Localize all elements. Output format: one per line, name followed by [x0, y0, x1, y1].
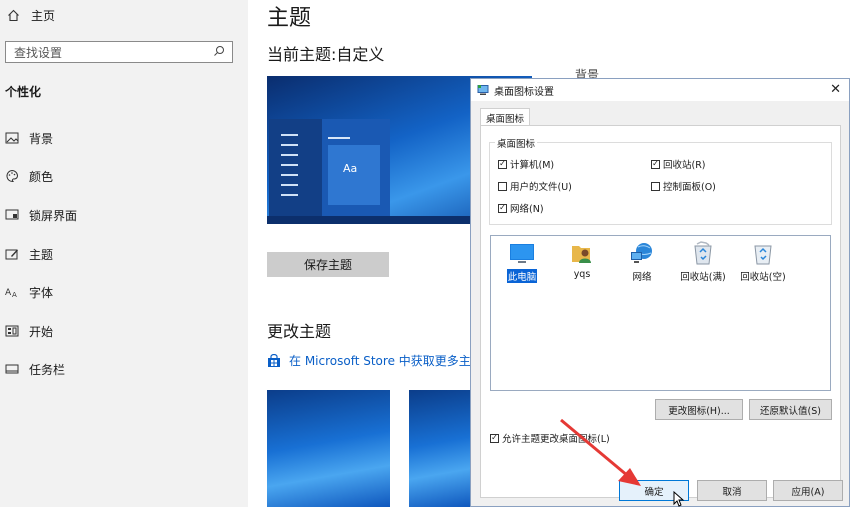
preview-menu-lines — [281, 134, 298, 204]
list-item-recycle-bin-empty[interactable]: 回收站(空) — [732, 239, 794, 283]
list-item-label: yqs — [573, 269, 591, 280]
settings-sidebar: 主页 查找设置 个性化 背景 颜色 锁屏界面 主题 AA 字体 开始 任务栏 — [0, 0, 248, 507]
checkbox-recycle-bin[interactable]: ✓ 回收站(R) — [651, 157, 706, 171]
list-item-user-folder[interactable]: yqs — [551, 239, 613, 280]
sidebar-item-label: 字体 — [29, 285, 54, 300]
user-folder-icon — [551, 239, 613, 265]
checkbox-label: 用户的文件(U) — [510, 182, 572, 193]
search-input[interactable]: 查找设置 — [5, 41, 233, 63]
list-item-recycle-bin-full[interactable]: 回收站(满) — [672, 239, 734, 283]
theme-icon — [5, 247, 19, 261]
home-label: 主页 — [31, 8, 56, 23]
sidebar-item-background[interactable]: 背景 — [5, 128, 53, 148]
personalization-heading: 个性化 — [5, 85, 42, 99]
image-icon — [5, 131, 19, 145]
sidebar-item-label: 任务栏 — [29, 362, 66, 377]
checkbox-checked-icon: ✓ — [498, 203, 507, 213]
change-icon-button[interactable]: 更改图标(H)... — [655, 399, 743, 420]
tab-desktop-icons[interactable]: 桌面图标 — [480, 108, 531, 126]
sidebar-item-fonts[interactable]: AA 字体 — [5, 282, 53, 302]
checkbox-unchecked-icon — [498, 181, 507, 191]
checkbox-computer[interactable]: ✓ 计算机(M) — [498, 157, 554, 171]
taskbar-icon — [5, 362, 19, 376]
lock-screen-icon — [5, 208, 19, 222]
list-item-label: 回收站(满) — [680, 272, 726, 283]
start-icon — [5, 324, 19, 338]
sidebar-item-taskbar[interactable]: 任务栏 — [5, 359, 65, 379]
checkbox-label: 回收站(R) — [663, 160, 706, 171]
sidebar-item-label: 背景 — [29, 131, 54, 146]
dialog-title: 桌面图标设置 — [494, 86, 554, 98]
checkbox-label: 网络(N) — [510, 204, 544, 215]
sidebar-item-label: 主题 — [29, 247, 54, 262]
checkbox-checked-icon: ✓ — [651, 159, 660, 169]
font-icon: AA — [5, 285, 19, 299]
svg-text:A: A — [12, 291, 17, 298]
desktop-settings-icon — [477, 84, 489, 96]
home-icon — [5, 7, 21, 23]
sidebar-item-label: 锁屏界面 — [29, 208, 78, 223]
list-item-this-pc[interactable]: 此电脑 — [491, 239, 553, 283]
list-item-label: 网络 — [632, 272, 652, 283]
store-icon — [267, 353, 281, 368]
list-item-network[interactable]: 网络 — [611, 239, 673, 283]
theme-thumbnail[interactable] — [267, 390, 390, 507]
checkbox-checked-icon: ✓ — [490, 433, 499, 443]
sidebar-item-label: 颜色 — [29, 169, 54, 184]
dialog-titlebar[interactable]: 桌面图标设置 ✕ — [471, 79, 849, 101]
home-nav-item[interactable]: 主页 — [5, 6, 55, 24]
desktop-icon-settings-dialog: 桌面图标设置 ✕ 桌面图标 桌面图标 ✓ 计算机(M) ✓ 回收站(R) 用户的… — [470, 78, 850, 507]
sidebar-item-label: 开始 — [29, 324, 54, 339]
sidebar-item-colors[interactable]: 颜色 — [5, 166, 53, 186]
apply-button[interactable]: 应用(A) — [773, 480, 843, 501]
recycle-bin-full-icon — [672, 239, 734, 265]
groupbox-label: 桌面图标 — [495, 136, 538, 150]
preview-sample-tile: Aa — [328, 145, 380, 205]
microsoft-store-link[interactable]: 在 Microsoft Store 中获取更多主题 — [267, 352, 483, 369]
checkbox-unchecked-icon — [651, 181, 660, 191]
checkbox-control-panel[interactable]: 控制面板(O) — [651, 179, 716, 193]
svg-text:A: A — [5, 288, 12, 298]
checkbox-network[interactable]: ✓ 网络(N) — [498, 201, 544, 215]
checkbox-label: 允许主题更改桌面图标(L) — [502, 434, 610, 445]
checkbox-user-files[interactable]: 用户的文件(U) — [498, 179, 572, 193]
theme-thumbnail[interactable] — [409, 390, 471, 507]
cancel-button[interactable]: 取消 — [697, 480, 767, 501]
desktop-icon-list[interactable]: 此电脑 yqs 网络 回收站(满) 回收站(空) — [490, 235, 831, 391]
palette-icon — [5, 169, 19, 183]
preview-sample-text: Aa — [343, 162, 358, 175]
save-theme-button[interactable]: 保存主题 — [267, 252, 389, 277]
checkbox-label: 控制面板(O) — [663, 182, 716, 193]
mouse-cursor-icon — [673, 491, 685, 507]
recycle-bin-empty-icon — [732, 239, 794, 265]
store-link-text: 在 Microsoft Store 中获取更多主题 — [289, 354, 483, 368]
change-theme-heading: 更改主题 — [267, 322, 332, 341]
current-theme-label: 当前主题:自定义 — [267, 45, 385, 64]
close-icon[interactable]: ✕ — [830, 82, 841, 97]
list-item-label: 回收站(空) — [740, 272, 786, 283]
checkbox-checked-icon: ✓ — [498, 159, 507, 169]
search-placeholder: 查找设置 — [14, 45, 63, 60]
sidebar-item-lock-screen[interactable]: 锁屏界面 — [5, 205, 77, 225]
sidebar-item-start[interactable]: 开始 — [5, 321, 53, 341]
network-icon — [611, 239, 673, 265]
list-item-label: 此电脑 — [506, 269, 538, 283]
page-title: 主题 — [267, 6, 312, 31]
this-pc-icon — [491, 239, 553, 265]
restore-default-button[interactable]: 还原默认值(S) — [749, 399, 832, 420]
search-icon — [213, 45, 225, 60]
checkbox-label: 计算机(M) — [510, 160, 555, 171]
checkbox-allow-themes[interactable]: ✓ 允许主题更改桌面图标(L) — [490, 431, 610, 445]
sidebar-item-themes[interactable]: 主题 — [5, 244, 53, 264]
preview-window: Aa — [322, 119, 390, 222]
